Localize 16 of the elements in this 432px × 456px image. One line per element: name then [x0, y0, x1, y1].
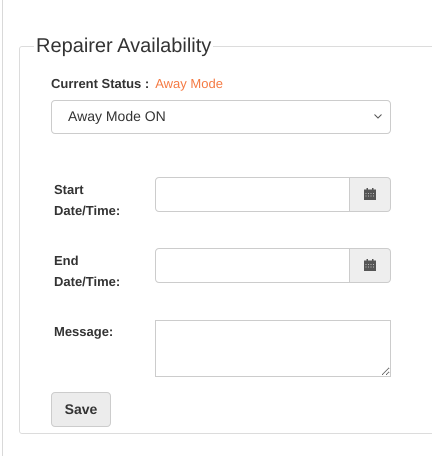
date-input[interactable] — [155, 176, 350, 212]
save-button[interactable]: Save — [51, 392, 111, 426]
panel-title: Repairer Availability — [35, 34, 212, 58]
calendar-button[interactable] — [350, 248, 391, 282]
field-label: Start Date/Time: — [53, 180, 122, 220]
chevron-down-icon — [374, 114, 382, 119]
calendar-icon — [364, 259, 376, 271]
field-label: Message: — [53, 322, 114, 341]
mode-select[interactable]: Away Mode ON — [51, 100, 391, 134]
field-label: End Date/Time: — [53, 252, 122, 290]
status-value: Away Mode — [155, 75, 223, 93]
calendar-button[interactable] — [350, 176, 391, 212]
status-label: Current Status : — [51, 75, 150, 93]
calendar-icon — [364, 188, 376, 200]
date-input[interactable] — [155, 248, 350, 282]
message-field[interactable] — [155, 320, 391, 376]
